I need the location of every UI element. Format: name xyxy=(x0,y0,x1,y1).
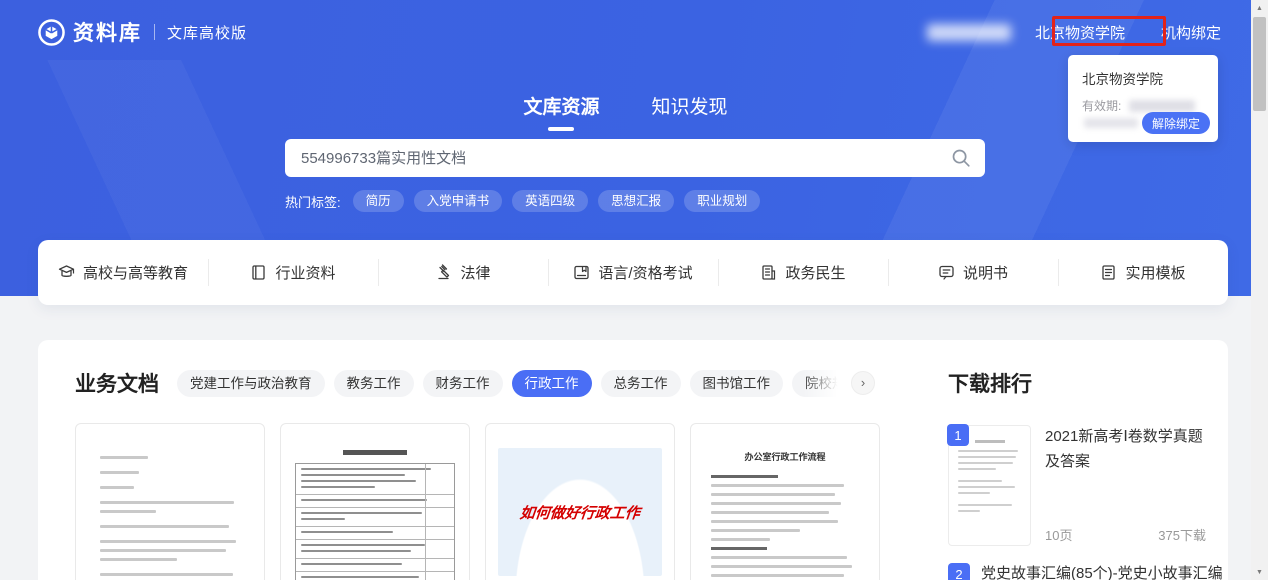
hot-tags-label: 热门标签: xyxy=(285,192,341,211)
document-preview: 办公室行政工作流程 xyxy=(691,424,879,580)
download-ranking-section: 下载排行 1 2021新高考Ⅰ卷数学真 xyxy=(948,368,1206,580)
category-higher-education[interactable]: 高校与高等教育 xyxy=(38,240,208,305)
hot-tag-cet4[interactable]: 英语四级 xyxy=(512,190,588,212)
popup-org-name: 北京物资学院 xyxy=(1082,68,1206,88)
manual-bubble-icon xyxy=(938,264,955,281)
ranking-meta: 10页 375下载 xyxy=(1045,525,1206,546)
search-input[interactable] xyxy=(301,150,951,167)
ranking-title: 下载排行 xyxy=(948,368,1206,398)
ranking-item-info: 2021新高考Ⅰ卷数学真题及答案 10页 375下载 xyxy=(1045,425,1206,546)
tag-finance-work[interactable]: 财务工作 xyxy=(423,370,503,397)
hot-tag-career-plan[interactable]: 职业规划 xyxy=(684,190,760,212)
account-area: 北京物资学院 机构绑定 xyxy=(927,22,1233,43)
category-label: 行业资料 xyxy=(275,262,335,283)
book-icon xyxy=(250,264,267,281)
logo-title: 资料库 xyxy=(73,17,142,47)
document-preview xyxy=(76,424,264,580)
download-count: 375下载 xyxy=(1158,525,1206,544)
tag-campus-planning[interactable]: 院校规划与建设 xyxy=(792,370,849,397)
category-label: 政务民生 xyxy=(785,262,845,283)
vertical-scrollbar[interactable]: ▲ ▼ xyxy=(1251,0,1268,580)
certificate-icon xyxy=(573,264,590,281)
page-count: 10页 xyxy=(1045,525,1072,544)
document-card-4[interactable]: 办公室行政工作流程 xyxy=(690,423,880,580)
ranking-item-2[interactable]: 2 党史故事汇编(85个)-党史小故事汇编 xyxy=(948,563,1206,580)
category-language-exams[interactable]: 语言/资格考试 xyxy=(548,240,718,305)
org-binding-popup: 北京物资学院 有效期: 解除绑定 xyxy=(1068,55,1218,142)
rank-number-badge: 2 xyxy=(948,563,970,580)
rank-number-badge: 1 xyxy=(947,424,969,446)
hot-tag-party-application[interactable]: 入党申请书 xyxy=(414,190,503,212)
validity-label: 有效期: xyxy=(1082,97,1121,114)
tag-library-work[interactable]: 图书馆工作 xyxy=(690,370,784,397)
search-icon[interactable] xyxy=(951,148,971,168)
document-cards-row: 如何做好行政工作 学校办公室 办公室行政工作流程 xyxy=(75,423,880,580)
logo-cube-icon xyxy=(38,19,65,46)
hot-tag-resume[interactable]: 简历 xyxy=(353,190,404,212)
category-government-services[interactable]: 政务民生 xyxy=(718,240,888,305)
document-preview xyxy=(281,424,469,580)
tab-knowledge-discovery[interactable]: 知识发现 xyxy=(652,92,728,131)
tag-academic-affairs[interactable]: 教务工作 xyxy=(334,370,414,397)
hot-tags-row: 热门标签: 简历 入党申请书 英语四级 思想汇报 职业规划 xyxy=(285,190,1005,212)
tab-label: 知识发现 xyxy=(652,92,728,119)
category-label: 高校与高等教育 xyxy=(83,262,188,283)
business-docs-header: 业务文档 党建工作与政治教育 教务工作 财务工作 行政工作 总务工作 图书馆工作… xyxy=(75,368,920,398)
document-card-2[interactable] xyxy=(280,423,470,580)
logo-subtitle: 文库高校版 xyxy=(167,22,247,43)
blurred-doc-title xyxy=(343,450,407,455)
scrollbar-down-arrow[interactable]: ▼ xyxy=(1251,564,1268,580)
document-preview: 如何做好行政工作 学校办公室 xyxy=(486,424,674,580)
tag-administrative-work[interactable]: 行政工作 xyxy=(512,370,592,397)
table-preview xyxy=(295,463,455,580)
category-bar: 高校与高等教育 行业资料 法律 语言/资格考试 xyxy=(38,240,1228,305)
gavel-icon xyxy=(435,264,452,281)
category-manuals[interactable]: 说明书 xyxy=(888,240,1058,305)
logo[interactable]: 资料库 文库高校版 xyxy=(38,17,247,47)
active-tab-underline xyxy=(548,127,574,131)
ranking-doc-title[interactable]: 2021新高考Ⅰ卷数学真题及答案 xyxy=(1045,425,1206,475)
category-templates[interactable]: 实用模板 xyxy=(1058,240,1228,305)
tag-general-affairs[interactable]: 总务工作 xyxy=(601,370,681,397)
document-card-1[interactable] xyxy=(75,423,265,580)
category-industry-materials[interactable]: 行业资料 xyxy=(208,240,378,305)
doc-banner: 如何做好行政工作 xyxy=(498,448,662,576)
main-content-panel: 业务文档 党建工作与政治教育 教务工作 财务工作 行政工作 总务工作 图书馆工作… xyxy=(38,340,1228,580)
unbind-button[interactable]: 解除绑定 xyxy=(1142,112,1210,134)
logo-divider xyxy=(154,24,155,40)
category-label: 法律 xyxy=(460,262,490,283)
ranking-doc-title[interactable]: 党史故事汇编(85个)-党史小故事汇编 xyxy=(981,563,1223,580)
doc-title: 办公室行政工作流程 xyxy=(711,450,859,463)
org-name-link[interactable]: 北京物资学院 xyxy=(1035,22,1125,43)
hot-tag-thought-report[interactable]: 思想汇报 xyxy=(598,190,674,212)
page: 资料库 文库高校版 北京物资学院 机构绑定 文库资源 知识发现 热门标签: xyxy=(0,0,1251,580)
section-title: 业务文档 xyxy=(75,368,159,398)
category-law[interactable]: 法律 xyxy=(378,240,548,305)
graduation-cap-icon xyxy=(58,264,75,281)
tab-library-resources[interactable]: 文库资源 xyxy=(523,92,599,131)
scrollbar-thumb[interactable] xyxy=(1253,17,1266,111)
top-bar: 资料库 文库高校版 北京物资学院 机构绑定 xyxy=(38,16,1233,48)
category-label: 说明书 xyxy=(963,262,1008,283)
search-bar xyxy=(285,139,985,177)
blurred-username xyxy=(927,24,1011,41)
primary-nav: 文库资源 知识发现 xyxy=(0,92,1251,131)
blurred-validity-date xyxy=(1129,100,1195,112)
category-label: 实用模板 xyxy=(1125,262,1185,283)
tag-party-building[interactable]: 党建工作与政治教育 xyxy=(177,370,325,397)
government-building-icon xyxy=(760,264,777,281)
category-label: 语言/资格考试 xyxy=(598,262,692,283)
institution-bind-link[interactable]: 机构绑定 xyxy=(1161,22,1221,43)
doc-banner-text: 如何做好行政工作 xyxy=(519,502,641,523)
template-doc-icon xyxy=(1100,264,1117,281)
tags-scroll-right-button[interactable]: › xyxy=(851,371,875,395)
blurred-validity-date-2 xyxy=(1084,118,1138,128)
ranking-item-1[interactable]: 1 2021新高考Ⅰ卷数学真题及答案 10页 375下载 xyxy=(948,425,1206,546)
tab-label: 文库资源 xyxy=(523,92,599,119)
ranking-thumb-wrap: 1 xyxy=(948,425,1031,546)
business-docs-tag-list: 党建工作与政治教育 教务工作 财务工作 行政工作 总务工作 图书馆工作 院校规划… xyxy=(177,370,849,397)
scrollbar-up-arrow[interactable]: ▲ xyxy=(1251,0,1268,16)
document-card-3[interactable]: 如何做好行政工作 学校办公室 xyxy=(485,423,675,580)
